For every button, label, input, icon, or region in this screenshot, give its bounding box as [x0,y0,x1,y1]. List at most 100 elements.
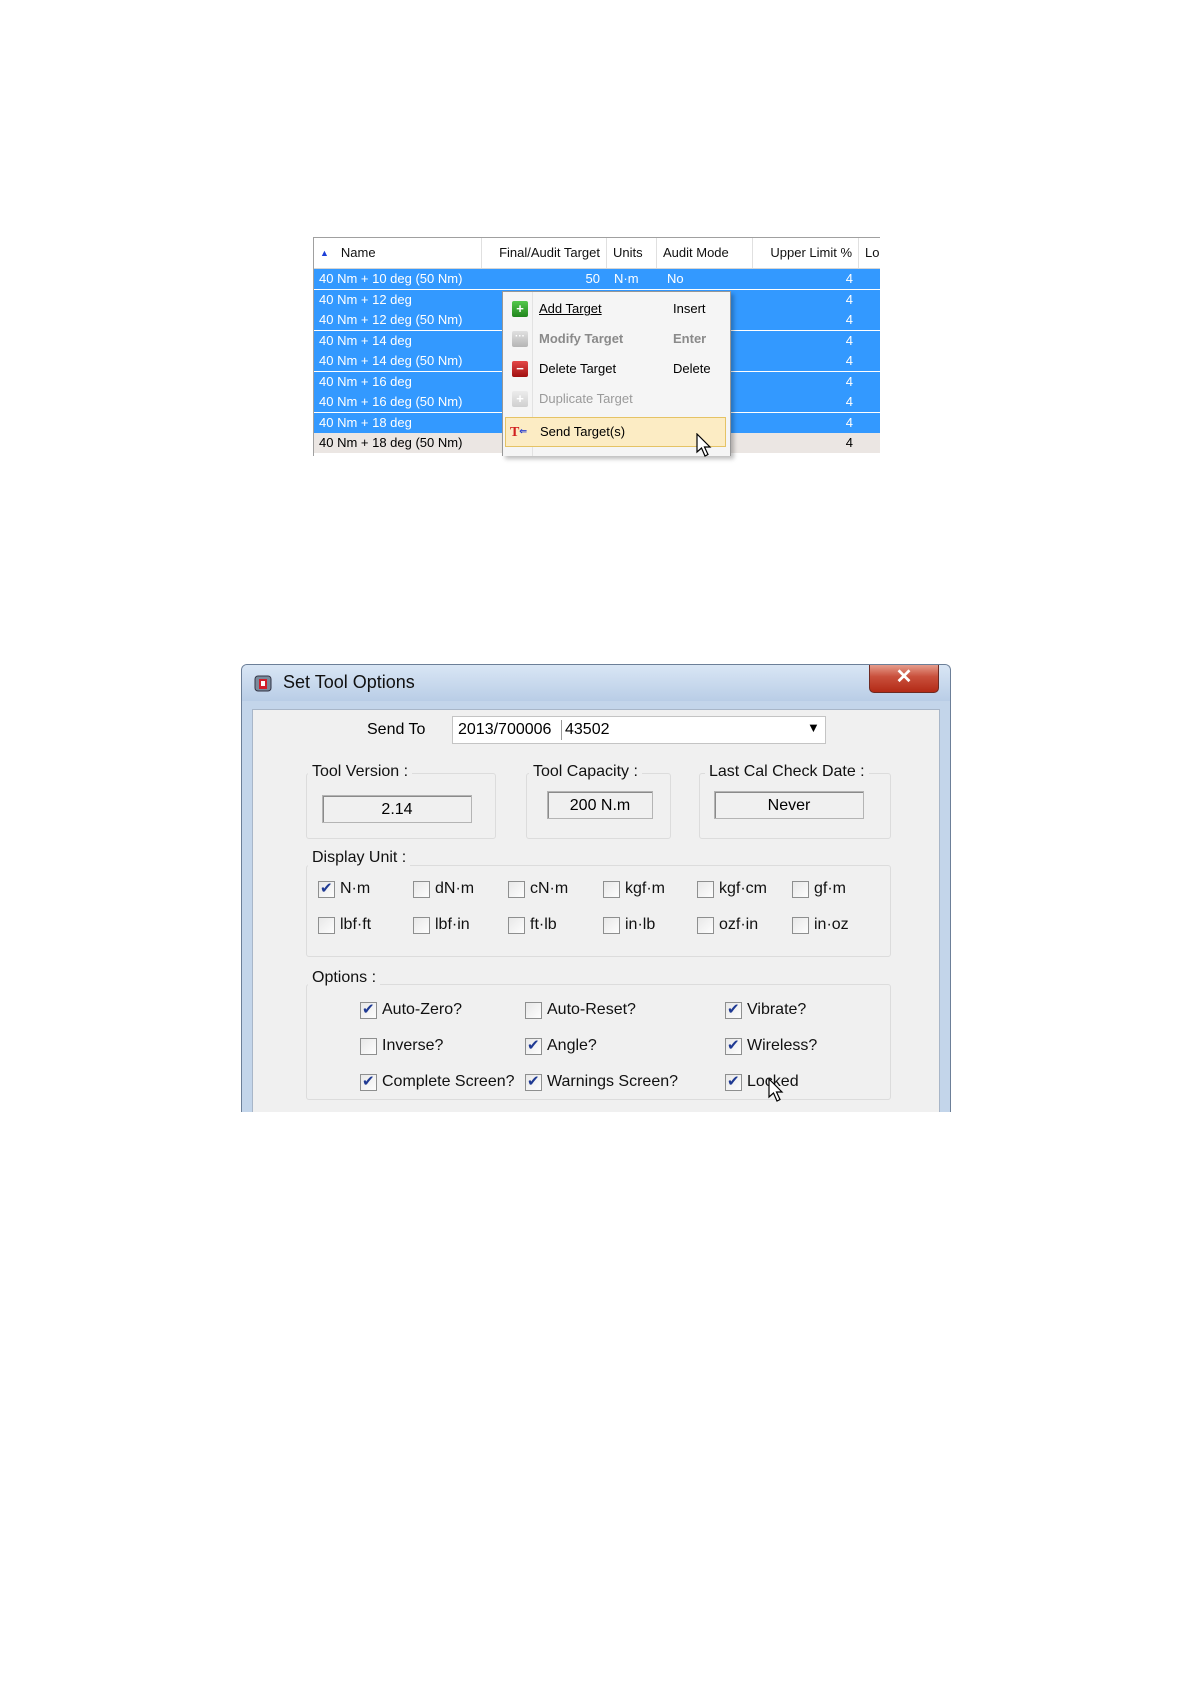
app-icon [254,675,272,692]
column-header-name[interactable]: ▲ Name [314,238,482,268]
label-unit-in-oz[interactable]: in·oz [814,916,849,934]
display-unit-label: Display Unit : [308,849,411,867]
checkbox-unit-gf-m[interactable] [792,881,809,898]
sort-ascending-icon: ▲ [320,248,329,258]
cell-name: 40 Nm + 16 deg (50 Nm) [319,394,463,409]
checkbox-angle[interactable] [525,1036,542,1055]
cell-upper-limit: 4 [845,291,853,307]
menu-item-modify-target[interactable]: ··· Modify Target Enter [505,325,726,353]
menu-item-delete-target[interactable]: − Delete Target Delete [505,355,726,383]
tool-version-value: 2.14 [322,795,472,823]
label-unit-dn-m[interactable]: dN·m [435,880,474,898]
close-button[interactable]: ✕ [869,665,939,693]
cell-name: 40 Nm + 18 deg (50 Nm) [319,435,463,450]
checkbox-unit-cn-m[interactable] [508,881,525,898]
label-auto-zero[interactable]: Auto-Zero? [382,1001,462,1019]
send-target-icon: T⇐ [510,425,527,440]
column-header-upper-limit[interactable]: Upper Limit % [753,238,859,268]
checkbox-unit-n-m[interactable] [318,879,335,898]
cell-upper-limit: 4 [845,435,853,450]
label-unit-gf-m[interactable]: gf·m [814,880,846,898]
tool-capacity-value: 200 N.m [547,791,653,819]
checkbox-unit-in-lb[interactable] [603,917,620,934]
checkbox-unit-kgf-cm[interactable] [697,881,714,898]
label-unit-kgf-m[interactable]: kgf·m [625,880,665,898]
send-to-column-divider [561,720,562,740]
checkbox-unit-lbf-ft[interactable] [318,917,335,934]
cell-upper-limit: 4 [845,312,853,327]
cell-name: 40 Nm + 12 deg [319,291,412,307]
cell-name: 40 Nm + 16 deg [319,373,412,389]
cell-name: 40 Nm + 18 deg [319,414,412,430]
dialog-title: Set Tool Options [283,672,415,692]
label-angle[interactable]: Angle? [547,1037,597,1055]
cell-name: 40 Nm + 10 deg (50 Nm) [319,271,463,286]
checkbox-warnings-screen[interactable] [525,1072,542,1091]
cell-upper-limit: 4 [845,414,853,430]
label-unit-ozf-in[interactable]: ozf·in [719,916,758,934]
checkbox-unit-ozf-in[interactable] [697,917,714,934]
label-unit-ft-lb[interactable]: ft·lb [530,916,557,934]
chevron-down-icon[interactable]: ▼ [807,720,820,735]
display-unit-group [306,865,891,957]
label-warnings-screen[interactable]: Warnings Screen? [547,1073,678,1091]
cell-upper-limit: 4 [845,394,853,409]
checkbox-auto-zero[interactable] [360,1000,377,1019]
minus-icon: − [512,361,528,377]
ellipsis-icon: ··· [512,331,528,347]
tool-capacity-label: Tool Capacity : [529,763,642,781]
cell-upper-limit: 4 [845,271,853,286]
label-unit-kgf-cm[interactable]: kgf·cm [719,880,767,898]
checkbox-unit-dn-m[interactable] [413,881,430,898]
tool-version-label: Tool Version : [308,763,413,781]
cell-units: N·m [614,271,639,286]
label-auto-reset[interactable]: Auto-Reset? [547,1001,636,1019]
plus-icon: + [512,301,528,317]
label-vibrate[interactable]: Vibrate? [747,1001,806,1019]
cell-upper-limit: 4 [845,332,853,348]
label-complete-screen[interactable]: Complete Screen? [382,1073,515,1091]
context-menu: + Add Target Insert ··· Modify Target En… [502,291,731,456]
checkbox-unit-lbf-in[interactable] [413,917,430,934]
options-label: Options : [308,969,381,987]
column-header-lower-limit[interactable]: Lo [859,238,880,268]
grid-header: ▲ Name Final/Audit Target Units Audit Mod… [314,238,880,269]
last-cal-check-label: Last Cal Check Date : [705,763,869,781]
checkbox-locked[interactable] [725,1072,742,1091]
menu-item-add-target[interactable]: + Add Target Insert [505,295,726,323]
cell-final-audit-target: 50 [585,271,600,286]
table-row[interactable]: 40 Nm + 10 deg (50 Nm) 50 N·m No 4 [314,269,880,289]
label-unit-lbf-ft[interactable]: lbf·ft [340,916,371,934]
checkbox-unit-in-oz[interactable] [792,917,809,934]
cell-upper-limit: 4 [845,373,853,389]
checkbox-unit-kgf-m[interactable] [603,881,620,898]
label-unit-in-lb[interactable]: in·lb [625,916,655,934]
send-to-label: Send To [367,721,426,738]
label-wireless[interactable]: Wireless? [747,1037,817,1055]
checkbox-auto-reset[interactable] [525,1002,542,1019]
label-inverse[interactable]: Inverse? [382,1037,443,1055]
cell-name: 40 Nm + 12 deg (50 Nm) [319,312,463,327]
label-unit-cn-m[interactable]: cN·m [530,880,568,898]
dialog-title-bar[interactable]: Set Tool Options ✕ [242,665,950,701]
mouse-cursor-icon [768,1078,784,1102]
mouse-cursor-icon [696,433,712,457]
cell-name: 40 Nm + 14 deg (50 Nm) [319,353,463,368]
send-to-dropdown[interactable]: 2013/700006 43502 ▼ [452,716,826,744]
column-header-audit-mode[interactable]: Audit Mode [657,238,753,268]
checkbox-wireless[interactable] [725,1036,742,1055]
close-icon: ✕ [895,666,913,688]
send-to-serial: 2013/700006 [458,721,552,738]
checkbox-complete-screen[interactable] [360,1072,377,1091]
menu-item-send-targets[interactable]: T⇐ Send Target(s) [505,417,726,447]
checkbox-vibrate[interactable] [725,1000,742,1019]
send-to-id: 43502 [565,721,610,738]
last-cal-check-value: Never [714,791,864,819]
checkbox-inverse[interactable] [360,1038,377,1055]
column-header-final-audit-target[interactable]: Final/Audit Target [482,238,607,268]
label-unit-lbf-in[interactable]: lbf·in [435,916,470,934]
checkbox-unit-ft-lb[interactable] [508,917,525,934]
cell-audit-mode: No [667,271,684,286]
column-header-units[interactable]: Units [607,238,657,268]
label-unit-n-m[interactable]: N·m [340,880,370,898]
